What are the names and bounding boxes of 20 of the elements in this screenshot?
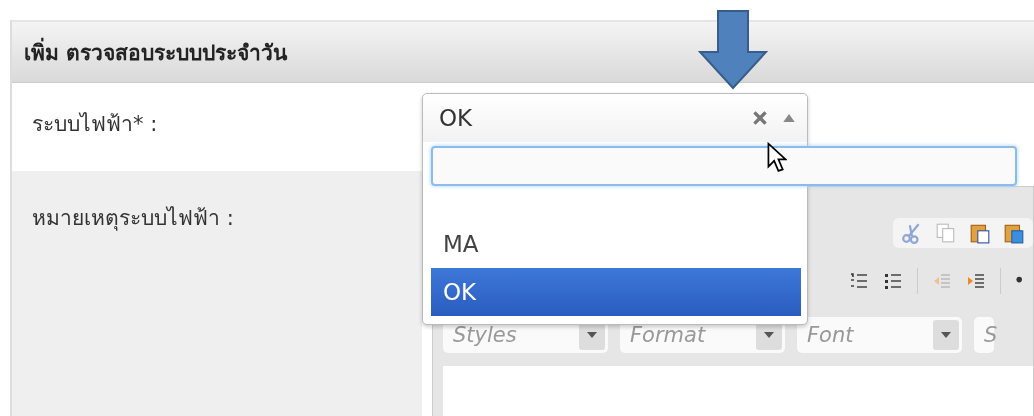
window-title: เพิ่ม ตรวจสอบระบบประจำวัน [24,35,288,69]
dropdown-option[interactable]: OK [431,268,801,316]
mouse-pointer-icon [767,142,787,174]
indent-icon[interactable] [966,271,986,291]
field-label: หมายเหตุระบบไฟฟ้า : [32,206,234,230]
select-field[interactable]: OK [423,94,807,142]
toolbar-dropdown[interactable]: Font [797,317,962,353]
caret-icon [587,332,597,338]
dropdown-option[interactable]: MA [431,220,801,268]
paste-icon[interactable] [969,222,991,244]
paste-icon[interactable] [1003,222,1025,244]
down-arrow-icon [698,10,768,90]
caret-icon [764,332,774,338]
caret-icon [941,332,951,338]
search-field[interactable] [431,146,1017,186]
caret-icon[interactable] [783,114,795,122]
clear-icon[interactable] [753,111,767,125]
bulleted-list-icon[interactable] [883,271,903,291]
field-label: ระบบไฟฟ้า* : [32,112,158,136]
numbered-list-icon[interactable] [849,271,869,291]
